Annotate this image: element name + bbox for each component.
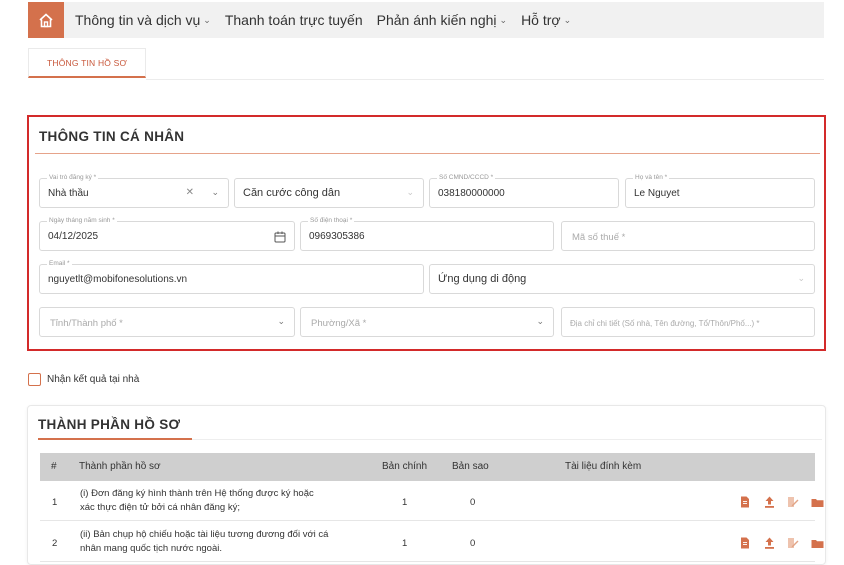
documents-title: THÀNH PHẦN HỒ SƠ — [38, 417, 181, 432]
edit-icon[interactable] — [786, 537, 800, 549]
province-placeholder: Tỉnh/Thành phố * — [50, 318, 123, 329]
table-row: 2 (ii) Bản chụp hộ chiếu hoặc tài liệu t… — [40, 522, 823, 562]
personal-info-title: THÔNG TIN CÁ NHÂN — [39, 129, 185, 144]
clear-icon[interactable]: ✕ — [186, 187, 194, 198]
chevron-down-icon: ⌄ — [797, 273, 805, 283]
email-value: nguyetlt@mobifonesolutions.vn — [48, 274, 188, 285]
col-attachments: Tài liệu đính kèm — [565, 461, 642, 472]
nav-support[interactable]: Hỗ trợ ⌄ — [521, 12, 571, 28]
col-original: Bản chính — [382, 461, 428, 472]
chevron-down-icon: ⌄ — [406, 187, 414, 197]
ward-select[interactable]: Phường/Xã * ⌄ — [300, 307, 554, 337]
id-number-field[interactable]: Số CMND/CCCD * 038180000000 — [429, 174, 619, 208]
row-name-line: (i) Đơn đăng ký hình thành trên Hệ thống… — [80, 488, 314, 499]
dob-value: 04/12/2025 — [48, 231, 99, 242]
file-icon[interactable] — [738, 496, 752, 508]
email-label: Email * — [47, 260, 72, 268]
documents-table-header: # Thành phần hồ sơ Bản chính Bản sao Tài… — [40, 453, 815, 481]
documents-divider — [192, 439, 822, 440]
id-number-label: Số CMND/CCCD * — [437, 174, 496, 182]
phone-value: 0969305386 — [309, 231, 365, 242]
row-name-line: nhân mang quốc tịch nước ngoài. — [80, 543, 222, 554]
home-delivery-label: Nhận kết quả tại nhà — [47, 374, 140, 385]
row-copy-count: 0 — [470, 497, 476, 508]
home-icon — [39, 12, 53, 27]
row-original-count: 1 — [402, 497, 408, 508]
row-name: (i) Đơn đăng ký hình thành trên Hệ thống… — [80, 487, 370, 515]
personal-info-panel: THÔNG TIN CÁ NHÂN Vai trò đăng ký * Nhà … — [27, 115, 826, 351]
address-placeholder: Địa chỉ chi tiết (Số nhà, Tên đường, Tổ/… — [570, 319, 760, 328]
chevron-down-icon: ⌄ — [211, 187, 219, 197]
row-original-count: 1 — [402, 538, 408, 549]
dob-field[interactable]: Ngày tháng năm sinh * 04/12/2025 — [39, 217, 295, 251]
file-icon[interactable] — [738, 537, 752, 549]
chevron-down-icon: ⌄ — [563, 14, 572, 25]
home-delivery-option[interactable]: Nhận kết quả tại nhà — [28, 373, 139, 386]
row-name-line: xác thực điện tử bởi cá nhân đăng ký; — [80, 502, 240, 513]
app-select[interactable]: Ứng dụng di động ⌄ — [429, 264, 815, 294]
tax-code-placeholder: Mã số thuế * — [572, 232, 626, 243]
full-name-value: Le Nguyet — [634, 188, 680, 199]
email-field[interactable]: Email * nguyetlt@mobifonesolutions.vn — [39, 260, 424, 294]
row-index: 2 — [52, 538, 58, 549]
chevron-down-icon: ⌄ — [277, 316, 285, 326]
nav-online-payment[interactable]: Thanh toán trực tuyến — [225, 12, 363, 28]
role-value: Nhà thầu — [48, 188, 89, 199]
home-delivery-checkbox[interactable] — [28, 373, 41, 386]
nav-info-services-label: Thông tin và dịch vụ — [75, 12, 201, 28]
folder-icon[interactable] — [810, 537, 824, 549]
calendar-icon[interactable] — [274, 231, 286, 243]
full-name-label: Họ và tên * — [633, 174, 670, 182]
tab-application-info-label: THÔNG TIN HỒ SƠ — [46, 57, 128, 68]
id-number-value: 038180000000 — [438, 188, 505, 199]
chevron-down-icon: ⌄ — [499, 14, 508, 25]
home-button[interactable] — [28, 2, 64, 38]
role-label: Vai trò đăng ký * — [47, 174, 99, 182]
col-index: # — [51, 461, 57, 472]
row-index: 1 — [52, 497, 58, 508]
ward-placeholder: Phường/Xã * — [311, 318, 367, 329]
panel-divider — [35, 153, 820, 154]
nav-online-payment-label: Thanh toán trực tuyến — [224, 12, 363, 28]
phone-label: Số điện thoại * — [308, 217, 355, 225]
chevron-down-icon: ⌄ — [536, 316, 544, 326]
tax-code-field[interactable]: Mã số thuế * — [561, 221, 815, 251]
nav-feedback-label: Phản ánh kiến nghị — [376, 12, 497, 28]
chevron-down-icon: ⌄ — [203, 14, 211, 25]
role-select[interactable]: Vai trò đăng ký * Nhà thầu ✕ ⌄ — [39, 174, 229, 208]
id-type-value: Căn cước công dân — [243, 187, 341, 199]
row-name-line: (ii) Bản chụp hộ chiếu hoặc tài liệu tươ… — [80, 529, 329, 540]
upload-icon[interactable] — [762, 496, 776, 508]
edit-icon[interactable] — [786, 496, 800, 508]
row-actions — [738, 496, 824, 508]
app-value: Ứng dụng di động — [438, 273, 527, 285]
documents-section: THÀNH PHẦN HỒ SƠ # Thành phần hồ sơ Bản … — [27, 405, 826, 565]
row-copy-count: 0 — [470, 538, 476, 549]
upload-icon[interactable] — [762, 537, 776, 549]
folder-icon[interactable] — [810, 496, 824, 508]
tab-divider — [146, 79, 824, 80]
col-copy: Bản sao — [452, 461, 489, 472]
row-name: (ii) Bản chụp hộ chiếu hoặc tài liệu tươ… — [80, 528, 370, 556]
top-nav: Thông tin và dịch vụ ⌄ Thanh toán trực t… — [28, 2, 824, 38]
col-name: Thành phần hồ sơ — [79, 461, 161, 472]
documents-title-underline — [38, 438, 192, 440]
nav-feedback[interactable]: Phản ánh kiến nghị ⌄ — [377, 12, 507, 28]
nav-info-services[interactable]: Thông tin và dịch vụ ⌄ — [75, 12, 211, 28]
full-name-field[interactable]: Họ và tên * Le Nguyet — [625, 174, 815, 208]
table-row: 1 (i) Đơn đăng ký hình thành trên Hệ thố… — [40, 481, 823, 521]
tab-application-info[interactable]: THÔNG TIN HỒ SƠ — [28, 48, 146, 78]
phone-field[interactable]: Số điện thoại * 0969305386 — [300, 217, 554, 251]
row-actions — [738, 537, 824, 549]
nav-support-label: Hỗ trợ — [521, 12, 561, 28]
id-type-select[interactable]: Căn cước công dân ⌄ — [234, 178, 424, 208]
province-select[interactable]: Tỉnh/Thành phố * ⌄ — [39, 307, 295, 337]
dob-label: Ngày tháng năm sinh * — [47, 217, 117, 225]
address-field[interactable]: Địa chỉ chi tiết (Số nhà, Tên đường, Tổ/… — [561, 307, 815, 337]
